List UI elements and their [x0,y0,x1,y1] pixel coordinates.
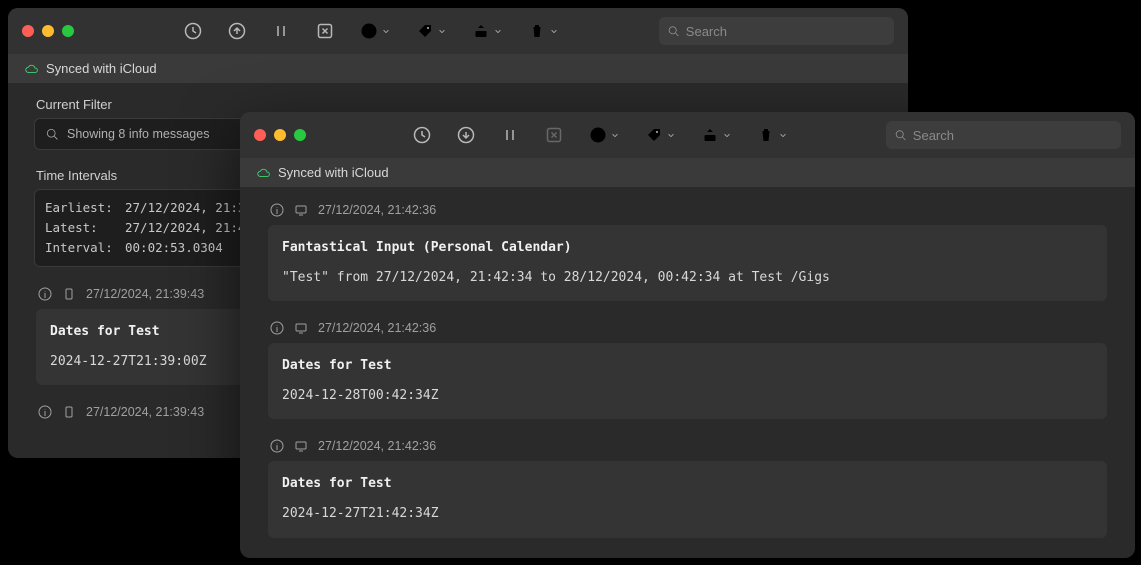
entry-timestamp: 27/12/2024, 21:42:36 [318,439,436,453]
close-window-button[interactable] [22,25,34,37]
view-mode-menu[interactable] [589,126,619,144]
entry-meta: 27/12/2024, 21:42:36 [256,315,1119,341]
sync-status-bar: Synced with iCloud [240,158,1135,187]
entry-body: 2024-12-27T21:42:34Z [282,503,1093,525]
earliest-key: Earliest: [45,198,125,218]
entry-timestamp: 27/12/2024, 21:42:36 [318,321,436,335]
phone-icon [62,287,76,301]
cloud-icon [256,166,270,180]
pause-button[interactable] [272,22,290,40]
log-entry-card[interactable]: Dates for Test 2024-12-27T21:42:34Z [268,461,1107,537]
content-area: 27/12/2024, 21:42:36 Fantastical Input (… [240,187,1135,558]
entry-title: Dates for Test [282,355,1093,377]
titlebar[interactable] [8,8,908,54]
share-menu[interactable] [701,126,731,144]
entry-timestamp: 27/12/2024, 21:42:36 [318,203,436,217]
log-window-2: Synced with iCloud 27/12/2024, 21:42:36 … [240,112,1135,558]
search-input[interactable] [686,24,886,39]
pause-button[interactable] [501,126,519,144]
clear-button[interactable] [316,22,334,40]
search-input[interactable] [913,128,1113,143]
traffic-lights [22,25,74,37]
close-window-button[interactable] [254,129,266,141]
log-entry-card[interactable]: Fantastical Input (Personal Calendar) "T… [268,225,1107,301]
download-button[interactable] [457,126,475,144]
search-icon [45,127,59,141]
delete-menu[interactable] [757,126,787,144]
upload-button[interactable] [228,22,246,40]
device-icon [294,321,308,335]
history-button[interactable] [413,126,431,144]
traffic-lights [254,129,306,141]
interval-key: Interval: [45,238,125,258]
log-entry-card[interactable]: Dates for Test 2024-12-28T00:42:34Z [268,343,1107,419]
latest-key: Latest: [45,218,125,238]
search-icon [894,128,907,142]
entry-title: Dates for Test [282,473,1093,495]
tag-menu[interactable] [416,22,446,40]
zoom-window-button[interactable] [294,129,306,141]
clear-button[interactable] [545,126,563,144]
search-field[interactable] [659,17,894,45]
minimize-window-button[interactable] [42,25,54,37]
interval-value: 00:02:53.0304 [125,238,223,258]
info-icon [38,405,52,419]
sync-status-text: Synced with iCloud [278,165,389,180]
view-mode-menu[interactable] [360,22,390,40]
phone-icon [62,405,76,419]
entry-body: "Test" from 27/12/2024, 21:42:34 to 28/1… [282,267,1093,289]
zoom-window-button[interactable] [62,25,74,37]
info-icon [270,203,284,217]
sync-status-text: Synced with iCloud [46,61,157,76]
minimize-window-button[interactable] [274,129,286,141]
search-field[interactable] [886,121,1121,149]
sync-status-bar: Synced with iCloud [8,54,908,83]
entry-timestamp: 27/12/2024, 21:39:43 [86,405,204,419]
info-icon [270,321,284,335]
cloud-icon [24,62,38,76]
device-icon [294,203,308,217]
info-icon [38,287,52,301]
entry-body: 2024-12-28T00:42:34Z [282,385,1093,407]
history-button[interactable] [184,22,202,40]
tag-menu[interactable] [645,126,675,144]
share-menu[interactable] [472,22,502,40]
entry-title: Fantastical Input (Personal Calendar) [282,237,1093,259]
toolbar [184,22,558,40]
entry-meta: 27/12/2024, 21:42:36 [256,197,1119,223]
entry-timestamp: 27/12/2024, 21:39:43 [86,287,204,301]
toolbar [413,126,787,144]
info-icon [270,439,284,453]
entry-meta: 27/12/2024, 21:42:36 [256,433,1119,459]
search-icon [667,24,680,38]
delete-menu[interactable] [528,22,558,40]
titlebar[interactable] [240,112,1135,158]
filter-summary-text: Showing 8 info messages [67,127,209,141]
device-icon [294,439,308,453]
